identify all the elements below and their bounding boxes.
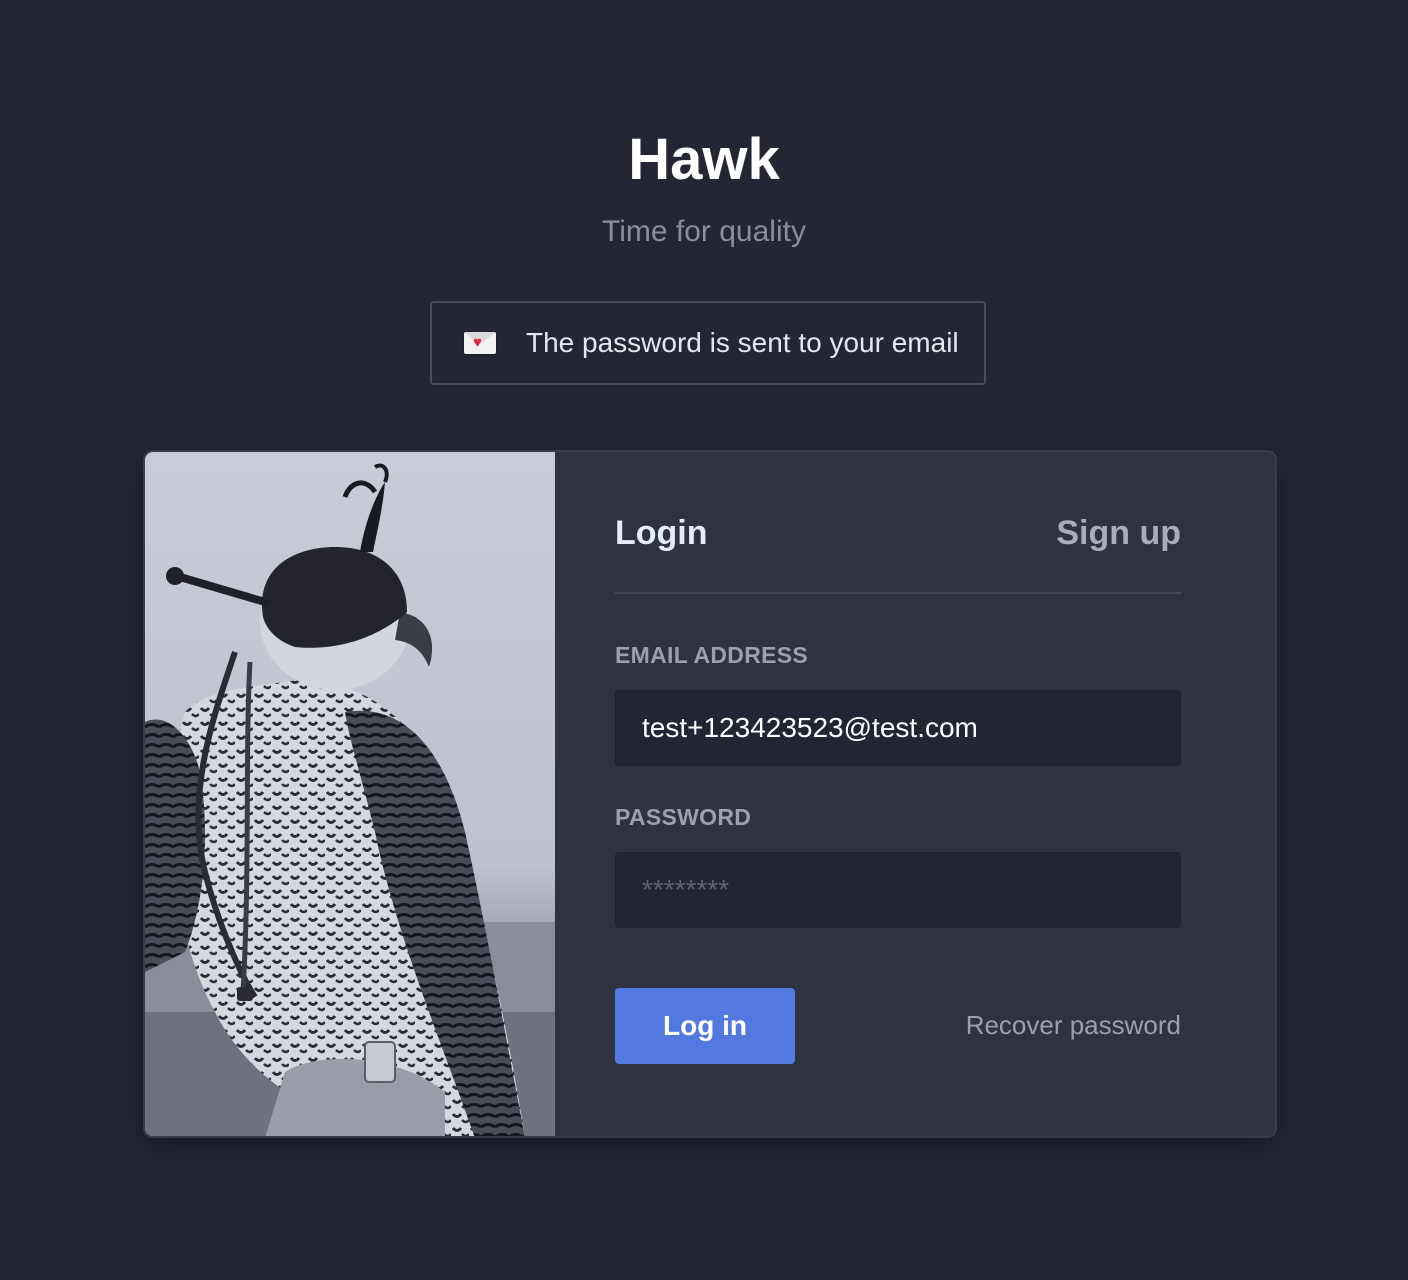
tab-signup[interactable]: Sign up [1056,508,1181,558]
notice-text: The password is sent to your email [526,327,959,358]
login-page: Hawk Time for quality ♥ The password is … [0,0,1408,1280]
recover-password-link[interactable]: Recover password [966,1008,1181,1042]
app-title: Hawk [628,127,780,192]
tab-login[interactable]: Login [615,508,708,558]
login-button[interactable]: Log in [615,988,795,1064]
auth-card: Login Sign up EMAIL ADDRESS PASSWORD Log… [143,450,1277,1138]
love-letter-icon: ♥ [464,332,496,354]
auth-tabs: Login Sign up [615,508,1181,594]
app-tagline: Time for quality [602,215,806,248]
password-sent-notice: ♥ The password is sent to your email [430,301,986,385]
password-field[interactable] [615,852,1181,928]
password-label: PASSWORD [615,804,752,830]
hawk-photo [145,452,555,1136]
email-field[interactable] [615,690,1181,766]
email-label: EMAIL ADDRESS [615,642,809,668]
login-form: Login Sign up EMAIL ADDRESS PASSWORD Log… [615,452,1181,1136]
